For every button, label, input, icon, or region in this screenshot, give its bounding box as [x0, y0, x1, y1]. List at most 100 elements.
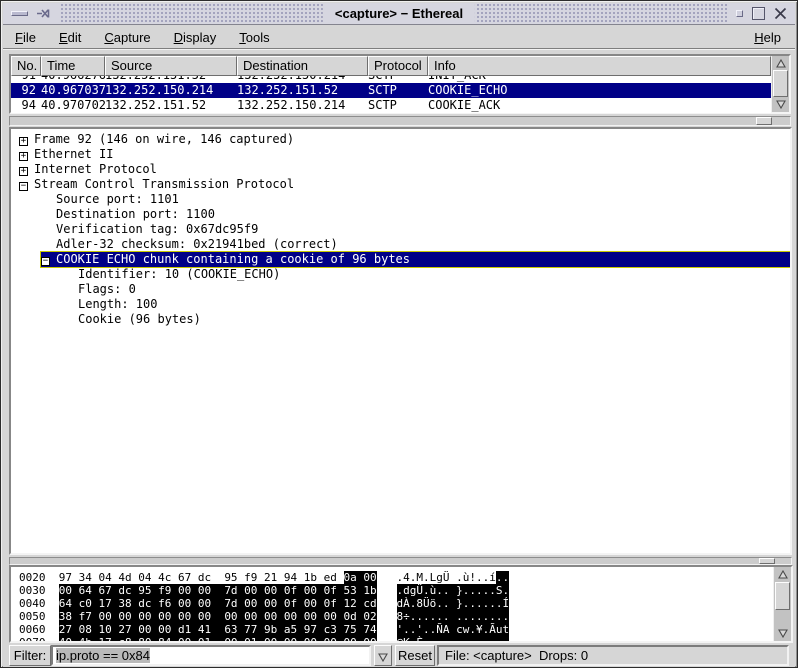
- hex-dump-rows: 0020 97 34 04 4d 04 4c 67 dc 95 f9 21 94…: [11, 567, 773, 641]
- hex-offset: 0060: [19, 623, 46, 636]
- hex-ascii-highlighted: 8÷...... ........: [397, 610, 510, 623]
- close-icon[interactable]: [774, 7, 787, 20]
- tree-row[interactable]: −COOKIE ECHO chunk containing a cookie o…: [11, 252, 790, 267]
- tree-row-label: Source port: 1101: [56, 192, 179, 206]
- filter-input[interactable]: ip.proto == 0x84: [51, 645, 371, 666]
- tree-row[interactable]: Source port: 1101: [11, 192, 790, 207]
- expand-icon[interactable]: +: [19, 167, 28, 176]
- tree-row-label: Length: 100: [78, 297, 157, 311]
- scroll-down-icon[interactable]: [773, 98, 789, 111]
- column-header-proto[interactable]: Protocol: [368, 56, 428, 76]
- scrollbar-thumb[interactable]: [773, 70, 788, 97]
- hex-bytes-highlighted: 64 c0 17 38 dc f6 00 00 7d 00 00 0f 00 0…: [59, 597, 377, 610]
- packet-list-vscrollbar[interactable]: [771, 56, 789, 112]
- hex-row[interactable]: 0070 40 4b 17 c8 80 84 00 01 00 01 00 00…: [19, 636, 773, 641]
- title-bar[interactable]: <capture> − Ethereal: [3, 3, 795, 25]
- scrollbar-thumb[interactable]: [775, 582, 790, 610]
- hex-bytes-highlighted: 00 64 67 dc 95 f9 00 00 7d 00 00 0f 00 0…: [59, 584, 377, 597]
- tree-row-inner: Length: 100: [78, 297, 790, 312]
- packet-cell-no: 94: [11, 98, 41, 113]
- packet-cell-dst: 132.252.150.214: [237, 76, 368, 83]
- tree-row[interactable]: +Frame 92 (146 on wire, 146 captured): [11, 132, 790, 147]
- hex-row[interactable]: 0050 38 f7 00 00 00 00 00 00 00 00 00 00…: [19, 610, 773, 623]
- column-header-src[interactable]: Source: [105, 56, 237, 76]
- filter-dropdown-button[interactable]: [374, 645, 392, 666]
- tree-row-label: COOKIE ECHO chunk containing a cookie of…: [56, 252, 410, 266]
- tree-row-label: Cookie (96 bytes): [78, 312, 201, 326]
- collapse-icon[interactable]: −: [19, 182, 28, 191]
- hex-row[interactable]: 0060 27 08 10 27 00 00 d1 41 63 77 9b a5…: [19, 623, 773, 636]
- packet-row[interactable]: 9140.966276132.252.151.52132.252.150.214…: [11, 76, 771, 83]
- filter-bar: Filter: ip.proto == 0x84 Reset File: <ca…: [3, 644, 795, 667]
- tree-row-label: Ethernet II: [34, 147, 113, 161]
- packet-row[interactable]: 9440.970702132.252.151.52132.252.150.214…: [11, 98, 771, 113]
- ethereal-window: <capture> − Ethereal File Edit Capture Disp…: [0, 0, 798, 668]
- tree-row[interactable]: −Stream Control Transmission Protocol: [11, 177, 790, 192]
- tree-row[interactable]: Length: 100: [11, 297, 790, 312]
- tree-row-inner: −Stream Control Transmission Protocol: [19, 177, 790, 192]
- titlebar-right-icons: [728, 3, 795, 24]
- hex-ascii-highlighted: .dgÜ.ù.. }.....S.: [397, 584, 510, 597]
- expand-icon[interactable]: +: [19, 137, 28, 146]
- tree-row[interactable]: Verification tag: 0x67dc95f9: [11, 222, 790, 237]
- hex-row[interactable]: 0020 97 34 04 4d 04 4c 67 dc 95 f9 21 94…: [19, 571, 773, 584]
- menu-item-tools[interactable]: Tools: [237, 28, 271, 47]
- tree-row-label: Identifier: 10 (COOKIE_ECHO): [78, 267, 280, 281]
- column-header-dst[interactable]: Destination: [237, 56, 368, 76]
- hex-bytes-highlighted: 40 4b 17 c8 80 84 00 01 00 01 00 00 00 0…: [59, 636, 377, 641]
- tree-row-inner: Cookie (96 bytes): [78, 312, 790, 327]
- tree-hscrollbar-thumb[interactable]: [759, 558, 775, 564]
- reset-button[interactable]: Reset: [395, 645, 435, 666]
- menu-item-capture[interactable]: Capture: [102, 28, 152, 47]
- menu-item-display[interactable]: Display: [172, 28, 219, 47]
- tree-row-label: Adler-32 checksum: 0x21941bed (correct): [56, 237, 338, 251]
- tree-row[interactable]: Adler-32 checksum: 0x21941bed (correct): [11, 237, 790, 252]
- protocol-tree: +Frame 92 (146 on wire, 146 captured)+Et…: [9, 127, 792, 555]
- tree-row[interactable]: Destination port: 1100: [11, 207, 790, 222]
- packet-list-hscrollbar[interactable]: [9, 116, 791, 126]
- hex-offset: 0030: [19, 584, 46, 597]
- menu-item-help[interactable]: Help: [752, 28, 783, 47]
- menu-bar-items: File Edit Capture Display Tools: [13, 28, 291, 47]
- tree-row[interactable]: +Internet Protocol: [11, 162, 790, 177]
- tree-row[interactable]: Cookie (96 bytes): [11, 312, 790, 327]
- packet-cell-info: COOKIE_ECHO: [428, 83, 771, 98]
- hex-row[interactable]: 0040 64 c0 17 38 dc f6 00 00 7d 00 00 0f…: [19, 597, 773, 610]
- packet-cell-info: INIT_ACK: [428, 76, 771, 83]
- packet-list-header: No.TimeSourceDestinationProtocolInfo: [11, 56, 771, 76]
- window-options-icon[interactable]: [736, 10, 743, 17]
- hex-row[interactable]: 0030 00 64 67 dc 95 f9 00 00 7d 00 00 0f…: [19, 584, 773, 597]
- packet-cell-time: 40.967037: [41, 83, 105, 98]
- tree-row[interactable]: + Ethernet II: [11, 147, 790, 162]
- menu-item-file[interactable]: File: [13, 28, 38, 47]
- tree-row[interactable]: Flags: 0: [11, 282, 790, 297]
- packet-cell-info: COOKIE_ACK: [428, 98, 771, 113]
- tree-row[interactable]: Identifier: 10 (COOKIE_ECHO): [11, 267, 790, 282]
- tree-row-inner: +Frame 92 (146 on wire, 146 captured): [19, 132, 790, 147]
- hex-bytes-highlighted: 0a 00: [344, 571, 377, 584]
- column-header-time[interactable]: Time: [41, 56, 105, 76]
- packet-row[interactable]: 9240.967037132.252.150.214132.252.151.52…: [11, 83, 771, 98]
- filter-button[interactable]: Filter:: [9, 645, 51, 666]
- packet-cell-dst: 132.252.151.52: [237, 83, 368, 98]
- minimize-icon[interactable]: [11, 11, 28, 16]
- tree-row-inner: +Internet Protocol: [19, 162, 790, 177]
- column-header-info[interactable]: Info: [428, 56, 771, 76]
- scroll-up-icon[interactable]: [773, 57, 789, 70]
- hex-ascii-highlighted: '..'..ÑA cw.¥.Ãut: [397, 623, 510, 636]
- pushpin-icon[interactable]: [36, 8, 51, 19]
- scroll-up-icon[interactable]: [775, 568, 791, 581]
- tree-row-inner: Source port: 1101: [56, 192, 790, 207]
- scroll-down-icon[interactable]: [775, 627, 791, 640]
- column-header-no[interactable]: No.: [11, 56, 41, 76]
- hex-dump-vscrollbar[interactable]: [773, 567, 791, 641]
- hscrollbar-thumb[interactable]: [756, 117, 772, 125]
- tree-hscrollbar[interactable]: [9, 557, 792, 565]
- tree-row-inner: Verification tag: 0x67dc95f9: [56, 222, 790, 237]
- menu-item-edit[interactable]: Edit: [57, 28, 83, 47]
- expand-icon[interactable]: +: [19, 152, 28, 161]
- hex-ascii-highlighted: dÀ.8Üö.. }......Í: [397, 597, 510, 610]
- titlebar-left-icons: [3, 3, 59, 24]
- maximize-icon[interactable]: [752, 7, 765, 20]
- collapse-icon[interactable]: −: [41, 257, 50, 266]
